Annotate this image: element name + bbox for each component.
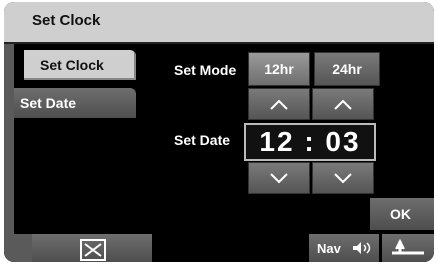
time-value: 12 : 03	[259, 126, 361, 157]
nav-label: Nav	[317, 241, 341, 256]
minute-down-button[interactable]	[312, 162, 374, 194]
close-button[interactable]	[32, 234, 152, 262]
hour-down-button[interactable]	[248, 162, 310, 194]
chevron-down-icon	[334, 173, 352, 184]
page-title: Set Clock	[32, 12, 101, 29]
ok-label: OK	[390, 206, 411, 222]
hour-up-button[interactable]	[248, 88, 310, 120]
tab-set-date[interactable]: Set Date	[14, 88, 136, 118]
tab-set-clock[interactable]: Set Clock	[24, 50, 136, 80]
back-button[interactable]	[382, 234, 434, 262]
set-date-label: Set Date	[174, 132, 231, 148]
close-box-icon	[80, 239, 106, 261]
mode-24hr-button[interactable]: 24hr	[314, 52, 380, 86]
chevron-down-icon	[270, 173, 288, 184]
title-bar: Set Clock	[4, 2, 434, 44]
time-display: 12 : 03	[244, 123, 376, 161]
minute-up-button[interactable]	[312, 88, 374, 120]
mode-12hr-label: 12hr	[264, 61, 294, 77]
set-mode-label: Set Mode	[174, 62, 237, 78]
mode-24hr-label: 24hr	[332, 61, 362, 77]
tab-set-clock-label: Set Clock	[40, 57, 104, 73]
chevron-up-icon	[270, 99, 288, 110]
bottom-left-strip	[4, 234, 34, 262]
left-edge-strip	[4, 44, 14, 234]
mode-12hr-button[interactable]: 12hr	[248, 52, 310, 86]
speaker-icon	[353, 242, 371, 254]
return-arrow-icon	[392, 239, 424, 255]
clock-settings-screen: Set Clock Set Clock Set Date Set Mode 12…	[4, 2, 434, 262]
ok-button[interactable]: OK	[370, 198, 434, 230]
nav-button[interactable]: Nav	[309, 234, 379, 262]
tab-set-date-label: Set Date	[20, 95, 77, 111]
chevron-up-icon	[334, 99, 352, 110]
